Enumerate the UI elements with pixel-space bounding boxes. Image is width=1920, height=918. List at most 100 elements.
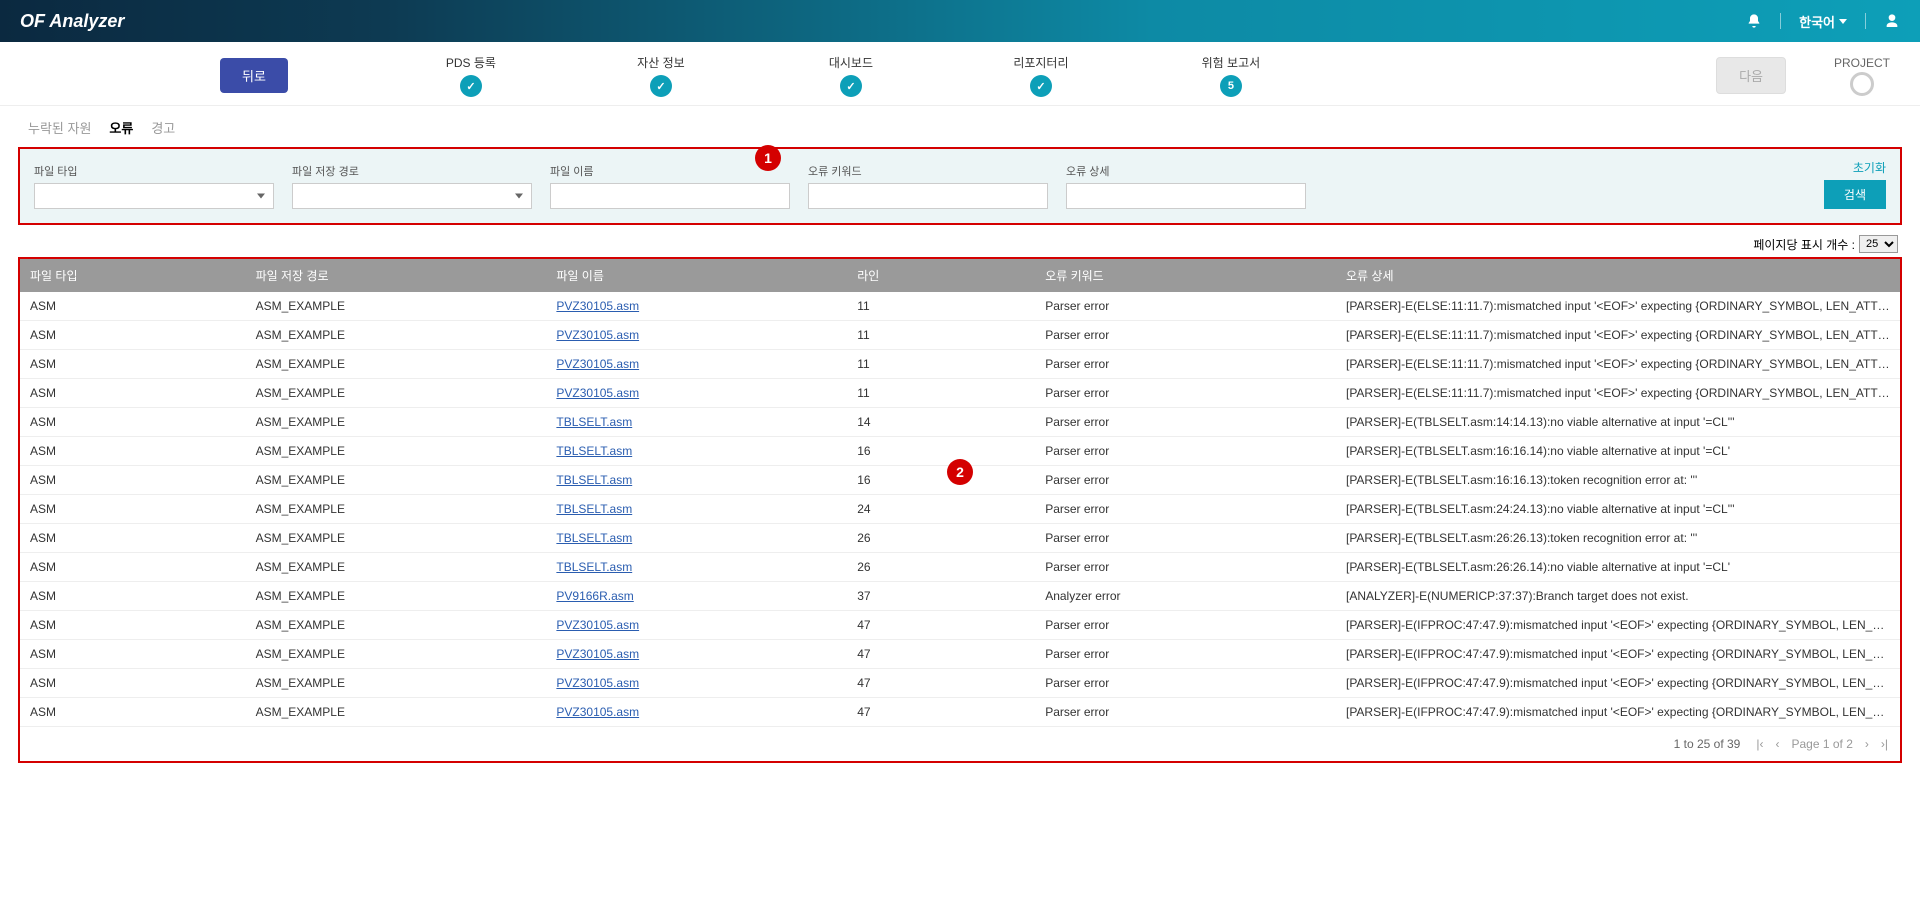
file-link[interactable]: PVZ30105.asm xyxy=(556,386,639,400)
app-logo: OF Analyzer xyxy=(20,11,124,32)
file-link[interactable]: PVZ30105.asm xyxy=(556,647,639,661)
cell-error-detail: [PARSER]-E(ELSE:11:11.7):mismatched inpu… xyxy=(1336,350,1900,379)
step-dashboard[interactable]: 대시보드 xyxy=(756,54,946,97)
cell-error-detail: [PARSER]-E(TBLSELT.asm:16:16.14):no viab… xyxy=(1336,437,1900,466)
cell-file-type: ASM xyxy=(20,640,246,669)
pager-range: 1 to 25 of 39 xyxy=(1674,737,1741,751)
tab-missing[interactable]: 누락된 자원 xyxy=(28,118,91,137)
file-type-select[interactable] xyxy=(34,183,274,209)
cell-file-path: ASM_EXAMPLE xyxy=(246,408,547,437)
pager-first[interactable]: |‹ xyxy=(1756,737,1763,751)
table-row[interactable]: ASMASM_EXAMPLEPVZ30105.asm11Parser error… xyxy=(20,379,1900,408)
file-link[interactable]: TBLSELT.asm xyxy=(556,502,632,516)
filter-panel: 1 파일 타입 파일 저장 경로 파일 이름 오류 키워드 오류 상세 초기화 … xyxy=(18,147,1902,225)
step-risk-report[interactable]: 위험 보고서 5 xyxy=(1136,54,1326,97)
file-name-input[interactable] xyxy=(550,183,790,209)
file-link[interactable]: PVZ30105.asm xyxy=(556,328,639,342)
step-label: PDS 등록 xyxy=(446,54,496,71)
error-keyword-label: 오류 키워드 xyxy=(808,163,1048,179)
cell-file-type: ASM xyxy=(20,408,246,437)
file-path-select[interactable] xyxy=(292,183,532,209)
file-link[interactable]: PVZ30105.asm xyxy=(556,705,639,719)
cell-line: 24 xyxy=(847,495,1035,524)
steps-container: PDS 등록 자산 정보 대시보드 리포지터리 위험 보고서 5 xyxy=(376,54,1708,97)
tab-errors[interactable]: 오류 xyxy=(109,118,133,137)
table-row[interactable]: ASMASM_EXAMPLEPVZ30105.asm11Parser error… xyxy=(20,292,1900,321)
table-row[interactable]: ASMASM_EXAMPLETBLSELT.asm26Parser error[… xyxy=(20,524,1900,553)
pager-next[interactable]: › xyxy=(1865,737,1869,751)
cell-file-type: ASM xyxy=(20,379,246,408)
step-label: 위험 보고서 xyxy=(1202,54,1261,71)
cell-file-path: ASM_EXAMPLE xyxy=(246,350,547,379)
file-link[interactable]: PVZ30105.asm xyxy=(556,357,639,371)
file-link[interactable]: TBLSELT.asm xyxy=(556,473,632,487)
pager-prev[interactable]: ‹ xyxy=(1775,737,1779,751)
table-row[interactable]: ASMASM_EXAMPLEPVZ30105.asm47Parser error… xyxy=(20,611,1900,640)
file-link[interactable]: TBLSELT.asm xyxy=(556,531,632,545)
language-selector[interactable]: 한국어 xyxy=(1799,12,1847,31)
col-line[interactable]: 라인 xyxy=(847,259,1035,292)
table-row[interactable]: ASMASM_EXAMPLETBLSELT.asm14Parser error[… xyxy=(20,408,1900,437)
cell-file-type: ASM xyxy=(20,350,246,379)
file-link[interactable]: TBLSELT.asm xyxy=(556,444,632,458)
step-pds[interactable]: PDS 등록 xyxy=(376,54,566,97)
cell-line: 14 xyxy=(847,408,1035,437)
file-link[interactable]: TBLSELT.asm xyxy=(556,560,632,574)
caret-down-icon xyxy=(1839,19,1847,24)
user-icon[interactable] xyxy=(1884,13,1900,29)
cell-error-detail: [PARSER]-E(ELSE:11:11.7):mismatched inpu… xyxy=(1336,321,1900,350)
table-row[interactable]: ASMASM_EXAMPLETBLSELT.asm24Parser error[… xyxy=(20,495,1900,524)
cell-file-type: ASM xyxy=(20,582,246,611)
pager-last[interactable]: ›| xyxy=(1881,737,1888,751)
page-size-select[interactable]: 25 xyxy=(1859,235,1898,253)
file-link[interactable]: PVZ30105.asm xyxy=(556,618,639,632)
search-button[interactable]: 검색 xyxy=(1824,180,1886,209)
table-row[interactable]: ASMASM_EXAMPLEPV9166R.asm37Analyzer erro… xyxy=(20,582,1900,611)
pager-page: Page 1 of 2 xyxy=(1791,737,1852,751)
step-label: 리포지터리 xyxy=(1013,54,1068,71)
cell-error-keyword: Parser error xyxy=(1035,698,1336,727)
tab-warnings[interactable]: 경고 xyxy=(151,118,175,137)
table-row[interactable]: ASMASM_EXAMPLEPVZ30105.asm11Parser error… xyxy=(20,350,1900,379)
cell-file-name: TBLSELT.asm xyxy=(546,466,847,495)
file-link[interactable]: PVZ30105.asm xyxy=(556,676,639,690)
cell-line: 16 xyxy=(847,437,1035,466)
cell-file-type: ASM xyxy=(20,437,246,466)
table-row[interactable]: ASMASM_EXAMPLEPVZ30105.asm11Parser error… xyxy=(20,321,1900,350)
error-detail-input[interactable] xyxy=(1066,183,1306,209)
cell-error-keyword: Parser error xyxy=(1035,524,1336,553)
col-file-name[interactable]: 파일 이름 xyxy=(546,259,847,292)
table-row[interactable]: ASMASM_EXAMPLETBLSELT.asm26Parser error[… xyxy=(20,553,1900,582)
file-link[interactable]: PV9166R.asm xyxy=(556,589,633,603)
step-number: 5 xyxy=(1220,75,1242,97)
divider xyxy=(1865,13,1866,29)
col-error-detail[interactable]: 오류 상세 xyxy=(1336,259,1900,292)
cell-file-name: PVZ30105.asm xyxy=(546,321,847,350)
cell-file-path: ASM_EXAMPLE xyxy=(246,292,547,321)
table-row[interactable]: ASMASM_EXAMPLEPVZ30105.asm47Parser error… xyxy=(20,669,1900,698)
check-icon xyxy=(1030,75,1052,97)
cell-line: 47 xyxy=(847,611,1035,640)
reset-link[interactable]: 초기화 xyxy=(1853,159,1886,176)
step-asset-info[interactable]: 자산 정보 xyxy=(566,54,756,97)
cell-file-name: PVZ30105.asm xyxy=(546,611,847,640)
file-link[interactable]: PVZ30105.asm xyxy=(556,299,639,313)
annotation-1: 1 xyxy=(755,145,781,171)
cell-line: 26 xyxy=(847,524,1035,553)
cell-line: 11 xyxy=(847,379,1035,408)
file-link[interactable]: TBLSELT.asm xyxy=(556,415,632,429)
cell-file-type: ASM xyxy=(20,553,246,582)
col-error-keyword[interactable]: 오류 키워드 xyxy=(1035,259,1336,292)
step-repository[interactable]: 리포지터리 xyxy=(946,54,1136,97)
error-keyword-input[interactable] xyxy=(808,183,1048,209)
table-row[interactable]: ASMASM_EXAMPLEPVZ30105.asm47Parser error… xyxy=(20,640,1900,669)
project-indicator: PROJECT xyxy=(1834,56,1890,96)
back-button[interactable]: 뒤로 xyxy=(220,58,288,93)
cell-error-keyword: Parser error xyxy=(1035,292,1336,321)
col-file-path[interactable]: 파일 저장 경로 xyxy=(246,259,547,292)
pagination: 1 to 25 of 39 |‹ ‹ Page 1 of 2 › ›| xyxy=(20,727,1900,761)
bell-icon[interactable] xyxy=(1746,13,1762,29)
col-file-type[interactable]: 파일 타입 xyxy=(20,259,246,292)
cell-file-path: ASM_EXAMPLE xyxy=(246,698,547,727)
table-row[interactable]: ASMASM_EXAMPLEPVZ30105.asm47Parser error… xyxy=(20,698,1900,727)
